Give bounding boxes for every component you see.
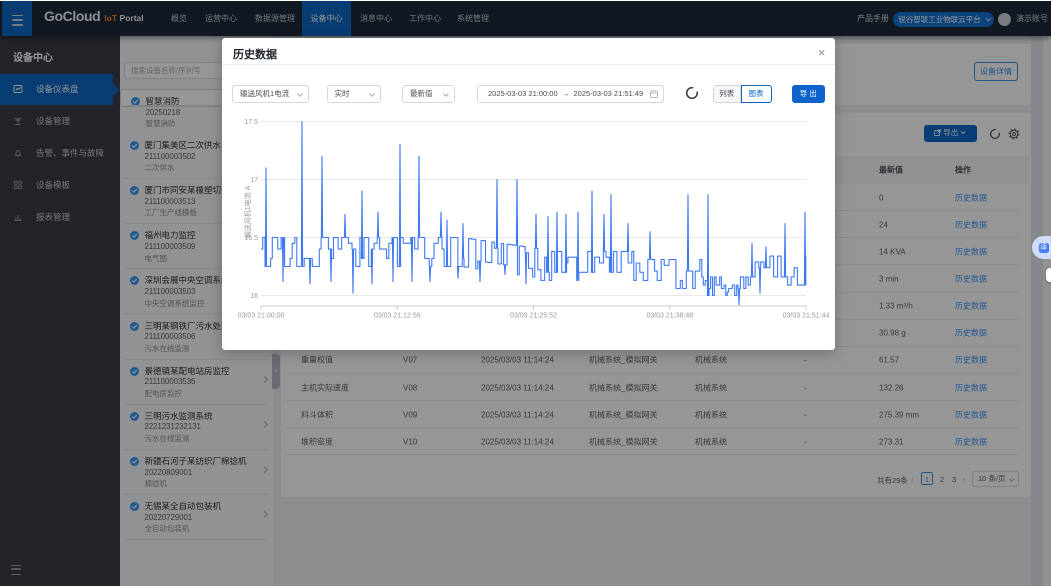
svg-text:03/03 21:00:00: 03/03 21:00:00 [238,313,285,320]
svg-text:输送风机1电流 A: 输送风机1电流 A [243,185,252,238]
svg-text:17: 17 [250,177,258,184]
svg-text:03/03 21:25:52: 03/03 21:25:52 [510,313,557,320]
svg-text:16: 16 [250,293,258,300]
svg-text:03/03 21:38:48: 03/03 21:38:48 [646,313,693,320]
svg-text:03/03 21:12:56: 03/03 21:12:56 [374,313,421,320]
svg-text:17.5: 17.5 [244,119,258,126]
svg-text:03/03 21:51:44: 03/03 21:51:44 [783,313,830,320]
